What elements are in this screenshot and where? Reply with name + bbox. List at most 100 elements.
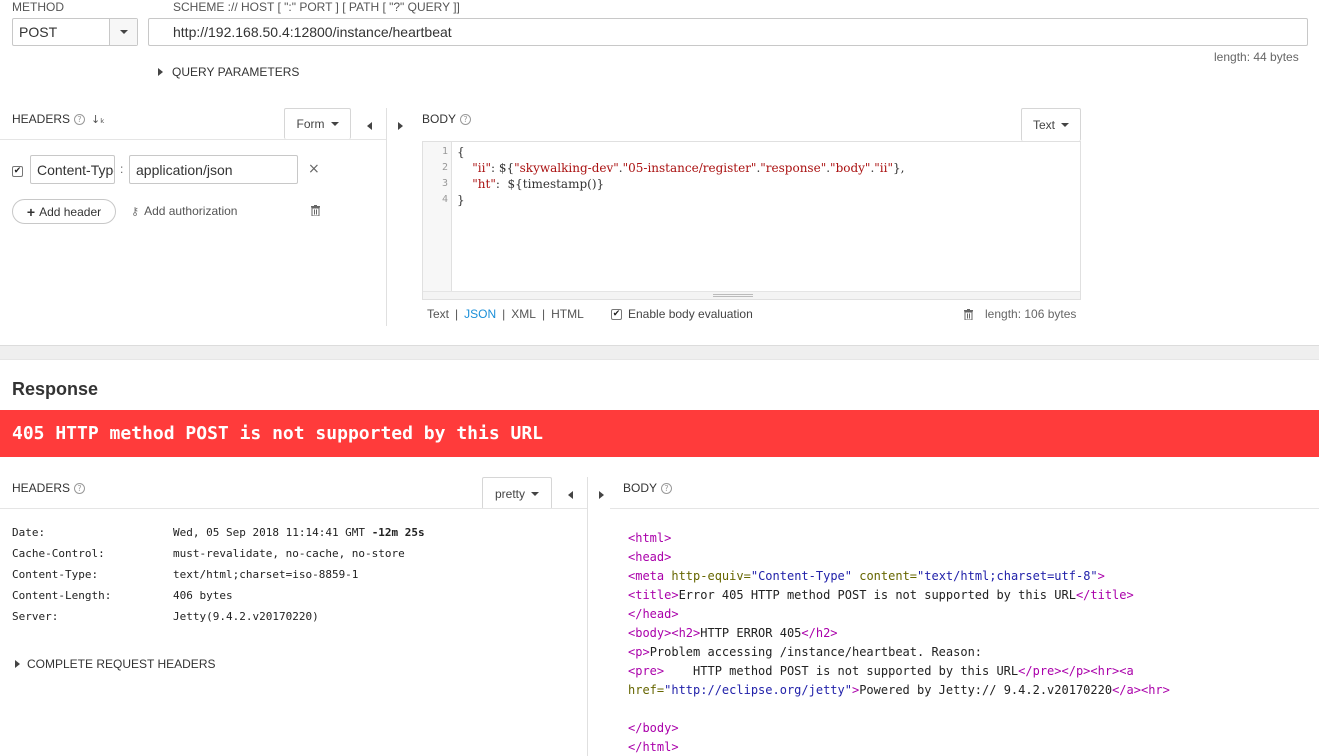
- url-input[interactable]: http://192.168.50.4:12800/instance/heart…: [148, 18, 1308, 46]
- html-token: <p>: [628, 645, 650, 659]
- collapse-left-icon[interactable]: [568, 488, 573, 502]
- html-token: </pre></p><hr><a: [1018, 664, 1134, 678]
- response-header-value: must-revalidate, no-cache, no-store: [173, 547, 405, 560]
- method-select[interactable]: POST: [12, 18, 138, 46]
- html-token: </html>: [628, 740, 679, 754]
- html-token: content=: [852, 569, 918, 583]
- html-token: <meta: [628, 569, 672, 583]
- format-separator: |: [455, 307, 459, 321]
- html-line-blank: [628, 700, 1313, 719]
- complete-request-headers-toggle[interactable]: COMPLETE REQUEST HEADERS: [15, 657, 215, 671]
- header-name-input[interactable]: Content-Type: [30, 155, 115, 184]
- code-token: "05-instance/register": [622, 161, 757, 175]
- code-line: "ht": ${timestamp()}: [457, 176, 1077, 192]
- line-number: 4: [441, 194, 448, 205]
- html-token: </body>: [628, 721, 679, 735]
- html-line: href="http://eclipse.org/jetty">Powered …: [628, 681, 1313, 700]
- pretty-button-label: pretty: [494, 486, 525, 501]
- line-number: 1: [441, 146, 448, 157]
- html-line: <title>Error 405 HTTP method POST is not…: [628, 586, 1313, 605]
- trash-icon[interactable]: [311, 205, 320, 217]
- html-line: <html>: [628, 529, 1313, 548]
- method-label: METHOD: [12, 0, 64, 14]
- divider: [0, 139, 386, 140]
- response-body-content[interactable]: <html> <head> <meta http-equiv="Content-…: [628, 529, 1313, 756]
- line-number: 2: [441, 162, 448, 173]
- code-line: {: [457, 144, 1077, 160]
- html-token: </h2>: [801, 626, 838, 640]
- response-header-value: Wed, 05 Sep 2018 11:14:41 GMT: [173, 526, 372, 539]
- html-line: </body>: [628, 719, 1313, 738]
- status-banner-text: 405 HTTP method POST is not supported by…: [12, 423, 544, 444]
- html-token: http-equiv=: [671, 569, 751, 583]
- response-title: Response: [12, 379, 99, 399]
- header-value-input[interactable]: application/json: [129, 155, 298, 184]
- body-type-button[interactable]: Text: [1021, 108, 1081, 141]
- html-token: <html>: [628, 531, 672, 545]
- body-title-text: BODY: [422, 112, 457, 126]
- add-authorization-link[interactable]: ⚷ Add authorization: [131, 204, 237, 218]
- query-parameters-toggle[interactable]: QUERY PARAMETERS: [158, 65, 299, 79]
- response-header-value: text/html;charset=iso-8859-1: [173, 568, 359, 581]
- collapse-right-icon[interactable]: [398, 119, 403, 133]
- sort-icon[interactable]: ↓ₖ: [91, 113, 105, 126]
- html-token: <title>: [628, 588, 679, 602]
- help-icon[interactable]: ?: [74, 482, 86, 494]
- html-line: </head>: [628, 605, 1313, 624]
- body-editor[interactable]: 1 2 3 4 { "ii": ${"skywalking-dev"."05-i…: [422, 141, 1081, 300]
- complete-request-headers-label: COMPLETE REQUEST HEADERS: [27, 657, 216, 671]
- code-token: {: [457, 145, 465, 159]
- html-token: HTTP ERROR 405: [700, 626, 802, 640]
- html-line: <head>: [628, 548, 1313, 567]
- collapse-left-icon[interactable]: [367, 119, 372, 133]
- add-header-label: Add header: [39, 204, 102, 219]
- response-body-title: BODY ?: [623, 481, 673, 495]
- code-line: }: [457, 192, 1077, 208]
- html-line: <p>Problem accessing /instance/heartbeat…: [628, 643, 1313, 662]
- resize-handle[interactable]: [423, 291, 1080, 299]
- response-header-extra: -12m 25s: [371, 526, 425, 539]
- url-label: SCHEME :// HOST [ ":" PORT ] [ PATH [ "?…: [173, 0, 460, 14]
- form-button[interactable]: Form: [284, 108, 351, 139]
- response-header-name: Cache-Control:: [12, 547, 105, 560]
- format-separator: |: [541, 307, 546, 321]
- request-body-title: BODY ?: [422, 112, 472, 126]
- pretty-button[interactable]: pretty: [482, 477, 552, 509]
- code-token: : ${: [490, 161, 515, 175]
- enable-eval-checkbox[interactable]: ✔: [611, 309, 622, 320]
- html-token: <head>: [628, 550, 672, 564]
- trash-icon[interactable]: [964, 309, 973, 321]
- format-json-tab[interactable]: JSON: [464, 307, 496, 321]
- help-icon[interactable]: ?: [661, 482, 673, 494]
- format-separator: |: [502, 307, 506, 321]
- format-xml-tab[interactable]: XML: [511, 307, 536, 321]
- html-token: Error 405 HTTP method POST is not suppor…: [678, 588, 1076, 602]
- format-html-tab[interactable]: HTML: [551, 307, 584, 321]
- divider: [0, 508, 587, 509]
- help-icon[interactable]: ?: [74, 113, 86, 125]
- add-header-button[interactable]: + Add header: [12, 199, 116, 224]
- url-length: length: 44 bytes: [1214, 50, 1299, 64]
- html-token: </head>: [628, 607, 679, 621]
- code-content[interactable]: { "ii": ${"skywalking-dev"."05-instance/…: [457, 144, 1077, 208]
- code-token: : ${timestamp()}: [495, 177, 605, 191]
- close-icon[interactable]: ×: [308, 162, 320, 176]
- html-token: "Content-Type": [750, 569, 852, 583]
- code-token: "skywalking-dev": [514, 161, 619, 175]
- plus-icon: +: [26, 203, 36, 220]
- chevron-down-icon[interactable]: [109, 19, 137, 45]
- collapse-right-icon[interactable]: [599, 488, 604, 502]
- help-icon[interactable]: ?: [460, 113, 472, 125]
- format-text-tab[interactable]: Text: [427, 307, 449, 321]
- status-banner: 405 HTTP method POST is not supported by…: [0, 410, 1319, 457]
- response-header-name: Date:: [12, 526, 46, 539]
- code-token: "ht": [472, 177, 496, 191]
- response-header-row: Content-Length: 406 bytes: [12, 585, 572, 606]
- code-token: }: [457, 193, 465, 207]
- form-button-label: Form: [296, 117, 325, 131]
- code-token: "body": [830, 161, 871, 175]
- response-header-row: Server: Jetty(9.4.2.v20170220): [12, 606, 572, 627]
- html-token: <pre>: [628, 664, 665, 678]
- header-enabled-checkbox[interactable]: ✔: [12, 166, 23, 177]
